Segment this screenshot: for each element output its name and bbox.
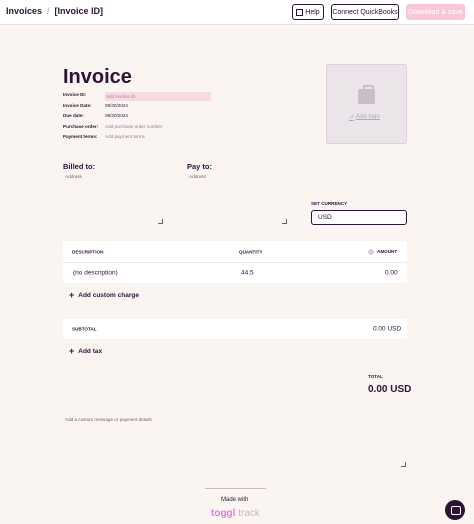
custom-message-input[interactable]: Add a custom message or payment details	[65, 417, 152, 422]
custom-message-resize-handle[interactable]	[401, 462, 406, 467]
logo-upload-box[interactable]	[326, 64, 407, 144]
invoice-id-label: Invoice ID:	[63, 92, 87, 97]
breadcrumb-current: [Invoice ID]	[54, 6, 104, 16]
payment-terms-input[interactable]: Add payment terms	[105, 134, 145, 139]
download-save-button[interactable]: Download & save	[406, 4, 465, 20]
invoice-id-input[interactable]: Add invoice ID	[105, 92, 211, 101]
help-button[interactable]: Help	[292, 4, 324, 20]
description-header: DESCRIPTION	[72, 249, 104, 254]
top-bar: Invoices / [Invoice ID] Help Connect Qui…	[0, 0, 474, 25]
plus-icon: +	[69, 346, 75, 356]
due-date-input[interactable]: 09/30/2024	[105, 113, 128, 118]
invoice-date-input[interactable]: 09/30/2024	[105, 103, 128, 108]
purchase-order-row: Purchase order: Add purchase order numbe…	[63, 124, 162, 129]
chat-button[interactable]	[445, 500, 465, 520]
pay-to-resize-handle[interactable]	[282, 219, 287, 224]
total-value: 0.00 USD	[368, 384, 412, 395]
currency-input[interactable]: USD	[311, 210, 407, 225]
footer-divider	[205, 488, 266, 489]
breadcrumb: Invoices / [Invoice ID]	[6, 6, 103, 16]
breadcrumb-separator: /	[47, 6, 50, 16]
due-date-row: Due date: 09/30/2024	[63, 113, 128, 118]
add-tax-label: Add tax	[78, 347, 103, 355]
billed-to-label: Billed to:	[63, 162, 96, 171]
billed-to-address[interactable]: Address	[65, 174, 82, 179]
subtotal-label: SUBTOTAL	[72, 326, 97, 332]
amount-header-group: AMOUNT	[368, 248, 398, 255]
connect-quickbooks-button[interactable]: Connect QuickBooks	[331, 4, 399, 20]
add-custom-charge-button[interactable]: + Add custom charge	[69, 290, 139, 300]
billed-to-resize-handle[interactable]	[158, 219, 163, 224]
payment-terms-label: Payment terms:	[63, 134, 98, 139]
add-tax-button[interactable]: + Add tax	[69, 346, 102, 356]
row-quantity[interactable]: 44.5	[241, 270, 254, 277]
brand-sub: track	[235, 508, 260, 519]
made-with-label: Made with	[221, 497, 249, 503]
upload-arrow-icon: ↗	[349, 115, 355, 121]
add-logo-label: Add logo	[356, 114, 380, 120]
table-header: DESCRIPTION QUANTITY AMOUNT	[63, 241, 407, 263]
subtotal-row: SUBTOTAL 0.00 USD	[63, 319, 407, 339]
payment-terms-row: Payment terms: Add payment terms	[63, 134, 145, 139]
breadcrumb-invoices-link[interactable]: Invoices	[6, 6, 42, 16]
quantity-header: QUANTITY	[239, 249, 263, 254]
amount-header: AMOUNT	[377, 248, 398, 254]
due-date-label: Due date:	[63, 113, 84, 118]
add-logo-link[interactable]: ↗ Add logo	[349, 114, 380, 121]
invoice-date-row: Invoice Date: 09/30/2024	[63, 103, 128, 108]
subtotal-value: 0.00 USD	[373, 325, 402, 333]
table-row[interactable]: (no description) 44.5 0.00	[63, 263, 407, 283]
row-description[interactable]: (no description)	[73, 270, 118, 277]
line-items-table: DESCRIPTION QUANTITY AMOUNT (no descript…	[63, 241, 407, 283]
row-amount: 0.00	[385, 269, 398, 277]
toggl-track-logo[interactable]: toggl track	[211, 508, 260, 519]
plus-icon: +	[69, 290, 75, 300]
invoice-date-label: Invoice Date:	[63, 103, 92, 108]
currency-label: SET CURRENCY	[311, 201, 348, 206]
invoice-id-row: Invoice ID: Add invoice ID	[63, 92, 211, 101]
brand-main: toggl	[211, 508, 236, 519]
pay-to-address[interactable]: Address	[189, 174, 206, 179]
pay-to-label: Pay to:	[187, 162, 213, 171]
add-custom-charge-label: Add custom charge	[78, 291, 139, 299]
invoice-title: Invoice	[63, 66, 132, 88]
external-link-icon	[296, 8, 304, 16]
settings-icon[interactable]	[368, 248, 374, 255]
purchase-order-input[interactable]: Add purchase order number	[105, 124, 162, 129]
total-label: TOTAL	[368, 374, 383, 379]
purchase-order-label: Purchase order:	[63, 124, 99, 129]
help-button-label: Help	[305, 8, 320, 16]
briefcase-icon	[358, 85, 375, 104]
